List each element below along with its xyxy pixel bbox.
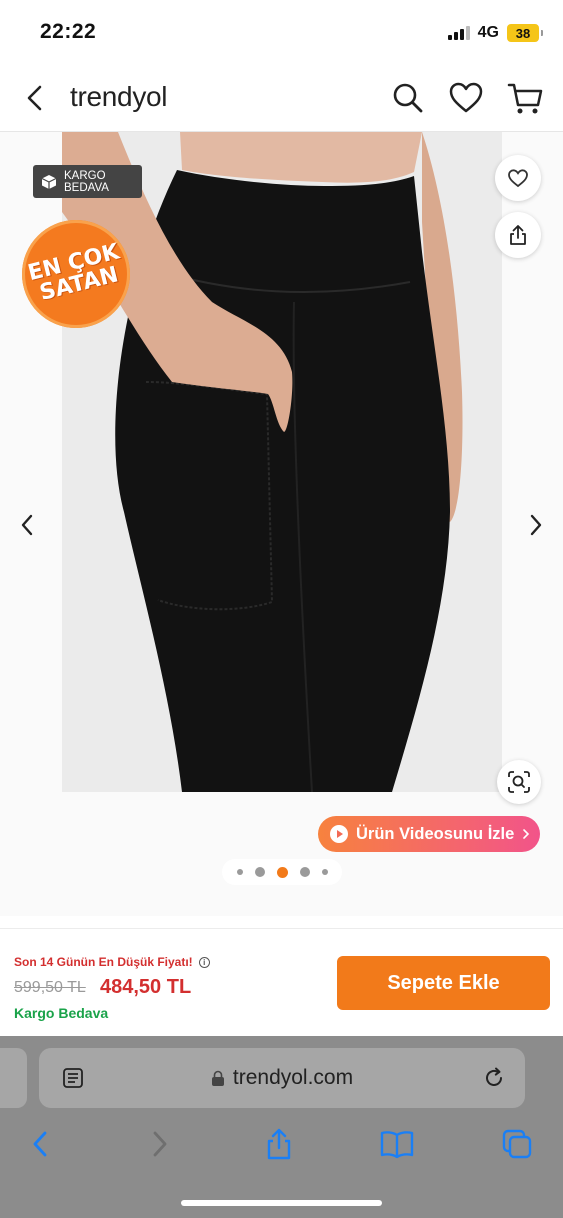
app-header: trendyol xyxy=(0,66,563,132)
badge-line-1: KARGO xyxy=(64,169,106,182)
chevron-left-icon xyxy=(21,514,33,536)
best-seller-text: EN ÇOK SATAN xyxy=(25,239,127,306)
product-gallery: KARGO BEDAVA EN ÇOK SATAN Ürün Videosunu… xyxy=(0,132,563,916)
status-time: 22:22 xyxy=(40,20,97,43)
battery-icon: 38 xyxy=(507,24,543,42)
share-icon xyxy=(510,225,526,245)
tabs-icon[interactable] xyxy=(497,1124,537,1164)
play-icon xyxy=(330,825,348,843)
next-image-arrow[interactable] xyxy=(522,507,550,543)
free-shipping-label: Kargo Bedava xyxy=(14,1005,109,1021)
product-photo[interactable] xyxy=(62,132,502,792)
home-indicator[interactable] xyxy=(181,1200,382,1206)
pagination-dot[interactable] xyxy=(299,867,310,877)
watch-video-button[interactable]: Ürün Videosunu İzle xyxy=(318,816,540,852)
reload-icon[interactable] xyxy=(482,1066,506,1090)
scan-icon xyxy=(508,771,530,793)
current-price: 484,50 TL xyxy=(100,976,192,998)
battery-level: 38 xyxy=(515,25,531,41)
free-shipping-badge-text: KARGO BEDAVA xyxy=(64,170,109,194)
signal-icon xyxy=(447,26,470,40)
browser-toolbar: trendyol.com xyxy=(0,1036,563,1218)
badge-line-2: BEDAVA xyxy=(64,181,109,194)
share-button[interactable] xyxy=(495,212,541,258)
pagination-dot[interactable] xyxy=(236,869,243,875)
lowest-price-text: Son 14 Günün En Düşük Fiyatı! xyxy=(14,955,193,969)
best-seller-badge: EN ÇOK SATAN xyxy=(22,220,130,328)
lock-icon xyxy=(211,1070,224,1086)
cart-icon[interactable] xyxy=(506,80,543,116)
network-label: 4G xyxy=(477,24,499,41)
status-indicators: 4G 38 xyxy=(447,24,543,42)
back-icon[interactable] xyxy=(20,82,52,114)
pagination-dot[interactable] xyxy=(321,869,328,875)
package-icon xyxy=(41,174,57,189)
lowest-price-label: Son 14 Günün En Düşük Fiyatı! i xyxy=(14,955,210,969)
add-to-cart-button[interactable]: Sepete Ekle xyxy=(337,956,550,1010)
chevron-right-icon xyxy=(530,514,542,536)
prev-image-arrow[interactable] xyxy=(13,507,41,543)
visual-search-button[interactable] xyxy=(497,760,541,804)
brand-logo[interactable]: trendyol xyxy=(70,81,168,113)
heart-icon[interactable] xyxy=(448,80,484,116)
old-price: 599,50 TL xyxy=(14,979,86,996)
price-bar: Son 14 Günün En Düşük Fiyatı! i 599,50 T… xyxy=(0,928,563,1036)
address-bar[interactable]: trendyol.com xyxy=(39,1048,525,1108)
pagination-dot-active[interactable] xyxy=(276,866,288,878)
status-bar: 22:22 4G 38 xyxy=(0,0,563,66)
watch-video-label: Ürün Videosunu İzle xyxy=(356,824,515,843)
browser-forward-icon[interactable] xyxy=(140,1124,180,1164)
free-shipping-badge: KARGO BEDAVA xyxy=(33,165,142,198)
url-text: trendyol.com xyxy=(232,1066,354,1089)
search-icon[interactable] xyxy=(390,80,426,116)
image-pagination xyxy=(222,859,342,885)
info-icon[interactable]: i xyxy=(198,956,210,968)
heart-icon xyxy=(508,169,528,188)
url-display[interactable]: trendyol.com xyxy=(39,1066,525,1090)
pagination-dot[interactable] xyxy=(254,867,265,877)
favorite-button[interactable] xyxy=(495,155,541,201)
bookmarks-icon[interactable] xyxy=(377,1124,417,1164)
chevron-right-icon xyxy=(523,829,530,839)
previous-tab-preview[interactable] xyxy=(0,1048,27,1108)
browser-back-icon[interactable] xyxy=(20,1124,60,1164)
share-icon[interactable] xyxy=(259,1124,299,1164)
